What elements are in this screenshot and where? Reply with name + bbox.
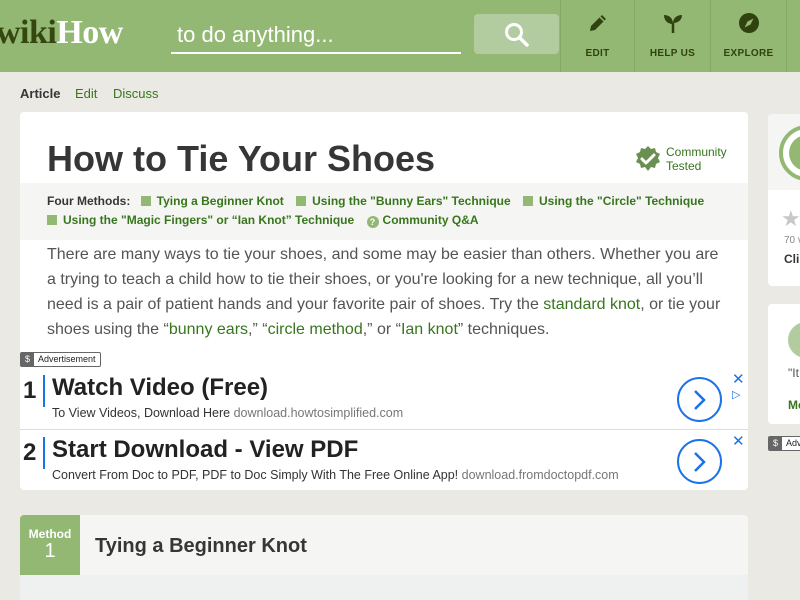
community-qa-text: Community Q&A — [382, 213, 479, 227]
community-tested-text: Community Tested — [666, 145, 746, 173]
method-link-text: Using the "Bunny Ears" Technique — [312, 194, 511, 208]
article-intro: There are many ways to tie your shoes, a… — [47, 242, 727, 342]
square-bullet-icon — [47, 215, 57, 225]
method-badge-label: Method — [28, 527, 72, 541]
method-link-2[interactable]: Using the "Bunny Ears" Technique — [296, 194, 511, 208]
logo-wiki-text: wiki — [0, 14, 57, 51]
method-section: Method 1 Tying a Beginner Knot — [20, 515, 748, 600]
nav-edit[interactable]: EDIT — [560, 0, 634, 72]
methods-label: Four Methods: — [47, 194, 131, 208]
compass-icon — [738, 13, 759, 33]
method-link-text: Using the "Magic Fingers" or “Ian Knot” … — [63, 213, 355, 227]
sidebar-quote: "It — [788, 366, 799, 380]
sidebar-ad-text: Adv — [786, 438, 800, 448]
article-card: How to Tie Your Shoes Community Tested F… — [20, 112, 748, 490]
nav-edit-label: EDIT — [585, 48, 610, 59]
circle-method-link[interactable]: circle method — [268, 321, 363, 338]
ad-description: To View Videos, Download Here download.h… — [52, 406, 403, 420]
sidebar-click-text[interactable]: Cli — [784, 252, 799, 266]
intro-text: ,” or “ — [362, 321, 401, 338]
logo-how-text: How — [56, 14, 123, 51]
square-bullet-icon — [523, 196, 533, 206]
dollar-icon: $ — [769, 437, 782, 450]
dollar-icon: $ — [21, 353, 34, 366]
ad-title[interactable]: Watch Video (Free) — [52, 374, 268, 402]
sidebar-rating-card: ★ 70 v Cli — [768, 114, 800, 286]
avatar — [788, 322, 800, 358]
intro-text: ” techniques. — [457, 321, 550, 338]
standard-knot-link[interactable]: standard knot — [543, 296, 640, 313]
sprout-icon — [663, 15, 682, 33]
ad-item[interactable]: 2 Start Download - View PDF Convert From… — [20, 431, 748, 490]
pencil-icon — [589, 15, 606, 31]
sidebar-advertisement-label: $ Adv — [768, 436, 800, 451]
nav-help-us[interactable]: HELP US — [634, 0, 710, 72]
search-icon — [505, 23, 529, 47]
method-step-image-area — [20, 575, 748, 600]
sidebar-more-link[interactable]: Mo — [788, 398, 800, 412]
tab-article[interactable]: Article — [20, 86, 60, 101]
top-header: wikiHow EDIT HELP US EXPLORE — [0, 0, 800, 72]
ad-description: Convert From Doc to PDF, PDF to Doc Simp… — [52, 468, 619, 482]
ad-number: 1 — [23, 375, 46, 407]
chevron-right-icon — [694, 452, 706, 472]
method-number-badge: Method 1 — [20, 515, 80, 575]
article-title: How to Tie Your Shoes — [47, 138, 436, 179]
method-title: Tying a Beginner Knot — [95, 535, 307, 557]
ad-item[interactable]: 1 Watch Video (Free) To View Videos, Dow… — [20, 369, 748, 430]
method-link-3[interactable]: Using the "Circle" Technique — [523, 194, 704, 208]
nav-explore-label: EXPLORE — [723, 48, 774, 59]
tab-discuss[interactable]: Discuss — [113, 86, 159, 101]
search-box — [171, 16, 461, 54]
article-info-icon — [789, 135, 800, 171]
intro-text: ,” “ — [248, 321, 268, 338]
square-bullet-icon — [296, 196, 307, 206]
ad-number: 2 — [23, 437, 46, 469]
article-info-circle — [779, 125, 800, 181]
ian-knot-link[interactable]: Ian knot — [401, 321, 458, 338]
tab-edit[interactable]: Edit — [75, 86, 97, 101]
community-line-1: Community — [666, 145, 727, 159]
question-icon: ? — [366, 216, 379, 228]
advertisement-text: Advertisement — [38, 354, 96, 364]
method-badge-number: 1 — [44, 540, 56, 562]
community-qa-link[interactable]: ? Community Q&A — [366, 213, 479, 228]
ad-close-icon[interactable]: ✕ — [732, 432, 745, 450]
chevron-right-icon — [694, 390, 706, 410]
nav-help-us-label: HELP US — [649, 48, 696, 59]
checkmark-seal-icon — [636, 146, 660, 171]
ad-arrow-button[interactable] — [677, 439, 722, 484]
methods-toc: Four Methods: Tying a Beginner Knot Usin… — [20, 183, 748, 240]
ad-close-icon[interactable]: ✕ — [732, 370, 745, 388]
bunny-ears-link[interactable]: bunny ears — [169, 321, 248, 338]
community-line-2: Tested — [666, 159, 702, 173]
advertisement-label: $ Advertisement — [20, 352, 101, 367]
wikihow-logo[interactable]: wikiHow — [0, 14, 123, 52]
ad-desc-text: To View Videos, Download Here — [52, 406, 231, 420]
methods-row: Using the "Magic Fingers" or “Ian Knot” … — [47, 213, 488, 228]
community-tested-badge[interactable]: Community Tested — [634, 143, 744, 175]
nav-more[interactable] — [786, 0, 800, 72]
sidebar-count: 70 v — [784, 235, 800, 246]
ad-desc-text: Convert From Doc to PDF, PDF to Doc Simp… — [52, 468, 459, 482]
search-input[interactable] — [177, 19, 457, 51]
sidebar-reader-card: "It Mo — [768, 304, 800, 424]
method-link-1[interactable]: Tying a Beginner Knot — [140, 194, 284, 208]
method-link-4[interactable]: Using the "Magic Fingers" or “Ian Knot” … — [47, 213, 354, 227]
ad-url: download.howtosimplified.com — [233, 406, 404, 420]
sidebar-card-header — [768, 114, 800, 190]
star-icon[interactable]: ★ — [781, 206, 800, 232]
method-link-text: Tying a Beginner Knot — [156, 194, 284, 208]
ad-url: download.fromdoctopdf.com — [461, 468, 619, 482]
method-link-text: Using the "Circle" Technique — [539, 194, 705, 208]
search-button[interactable] — [474, 14, 559, 54]
ad-arrow-button[interactable] — [677, 377, 722, 422]
square-bullet-icon — [140, 196, 151, 206]
adchoices-icon[interactable]: ▷ — [732, 388, 740, 401]
methods-row: Four Methods: Tying a Beginner Knot Usin… — [47, 194, 713, 208]
nav-explore[interactable]: EXPLORE — [710, 0, 786, 72]
ad-title[interactable]: Start Download - View PDF — [52, 436, 358, 464]
